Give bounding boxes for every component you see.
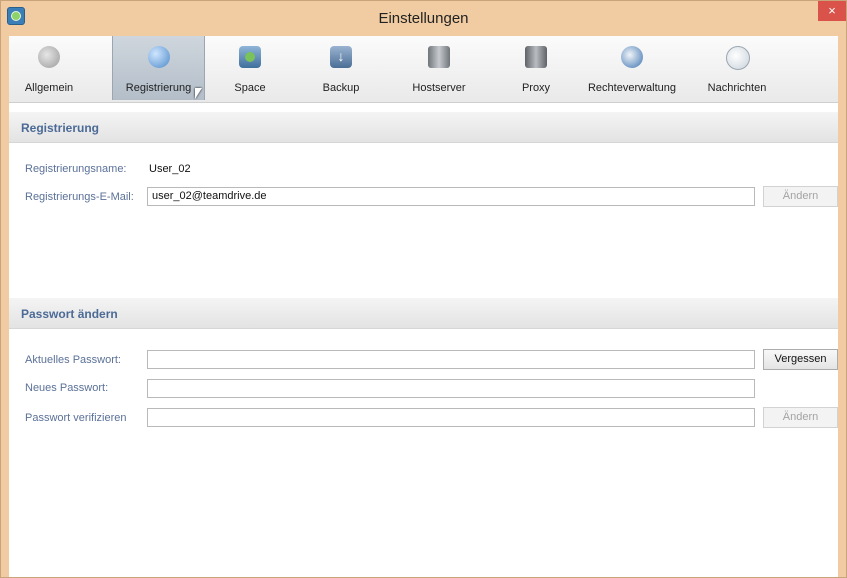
registration-email-label: Registrierungs-E-Mail: <box>25 191 134 203</box>
tab-label: Space <box>234 82 266 94</box>
title-bar[interactable]: Einstellungen × <box>1 1 846 35</box>
tab-proxy[interactable]: Proxy <box>507 36 565 100</box>
backup-disk-icon <box>330 46 352 68</box>
settings-content: Allgemein Registrierung Space Backup Hos… <box>9 36 838 577</box>
tab-registrierung[interactable]: Registrierung <box>112 36 205 100</box>
window-title: Einstellungen <box>378 10 469 27</box>
globe-user-icon <box>147 46 170 68</box>
forgot-password-button[interactable]: Vergessen <box>763 349 838 370</box>
proxy-icon <box>525 46 547 68</box>
tab-rechteverwaltung[interactable]: Rechteverwaltung <box>577 36 687 100</box>
current-password-field[interactable] <box>147 350 755 369</box>
current-password-label: Aktuelles Passwort: <box>25 354 121 366</box>
tab-label: Rechteverwaltung <box>587 82 677 94</box>
rights-globe-icon <box>621 46 643 68</box>
new-password-label: Neues Passwort: <box>25 382 109 394</box>
tab-label: Backup <box>322 82 360 94</box>
change-password-button[interactable]: Ändern <box>763 407 838 428</box>
gear-icon <box>38 46 60 68</box>
mouse-cursor-icon <box>195 88 202 99</box>
tab-label: Hostserver <box>412 82 466 94</box>
registration-email-field[interactable]: user_02@teamdrive.de <box>147 187 755 206</box>
registration-name-value: User_02 <box>149 163 191 175</box>
settings-toolbar: Allgemein Registrierung Space Backup Hos… <box>9 36 838 103</box>
tab-space[interactable]: Space <box>221 36 279 100</box>
password-section-title: Passwort ändern <box>21 307 118 321</box>
tab-label: Proxy <box>521 82 551 94</box>
tab-allgemein[interactable]: Allgemein <box>17 36 81 100</box>
tab-label: Nachrichten <box>707 82 767 94</box>
tab-nachrichten[interactable]: Nachrichten <box>697 36 777 100</box>
registration-section-title: Registrierung <box>21 121 100 135</box>
change-email-button[interactable]: Ändern <box>763 186 838 207</box>
space-icon <box>239 46 261 68</box>
server-icon <box>428 46 450 68</box>
registration-name-label: Registrierungsname: <box>25 163 127 175</box>
password-section-header: Passwort ändern <box>9 298 838 329</box>
tab-backup[interactable]: Backup <box>309 36 373 100</box>
close-button[interactable]: × <box>818 1 846 21</box>
new-password-field[interactable] <box>147 379 755 398</box>
verify-password-label: Passwort verifizieren <box>25 412 127 424</box>
messages-icon <box>726 46 750 70</box>
settings-window: Einstellungen × Allgemein Registrierung … <box>0 0 847 578</box>
tab-hostserver[interactable]: Hostserver <box>400 36 478 100</box>
registration-section-header: Registrierung <box>9 112 838 143</box>
tab-label: Allgemein <box>24 82 74 94</box>
tab-label: Registrierung <box>125 82 192 94</box>
verify-password-field[interactable] <box>147 408 755 427</box>
